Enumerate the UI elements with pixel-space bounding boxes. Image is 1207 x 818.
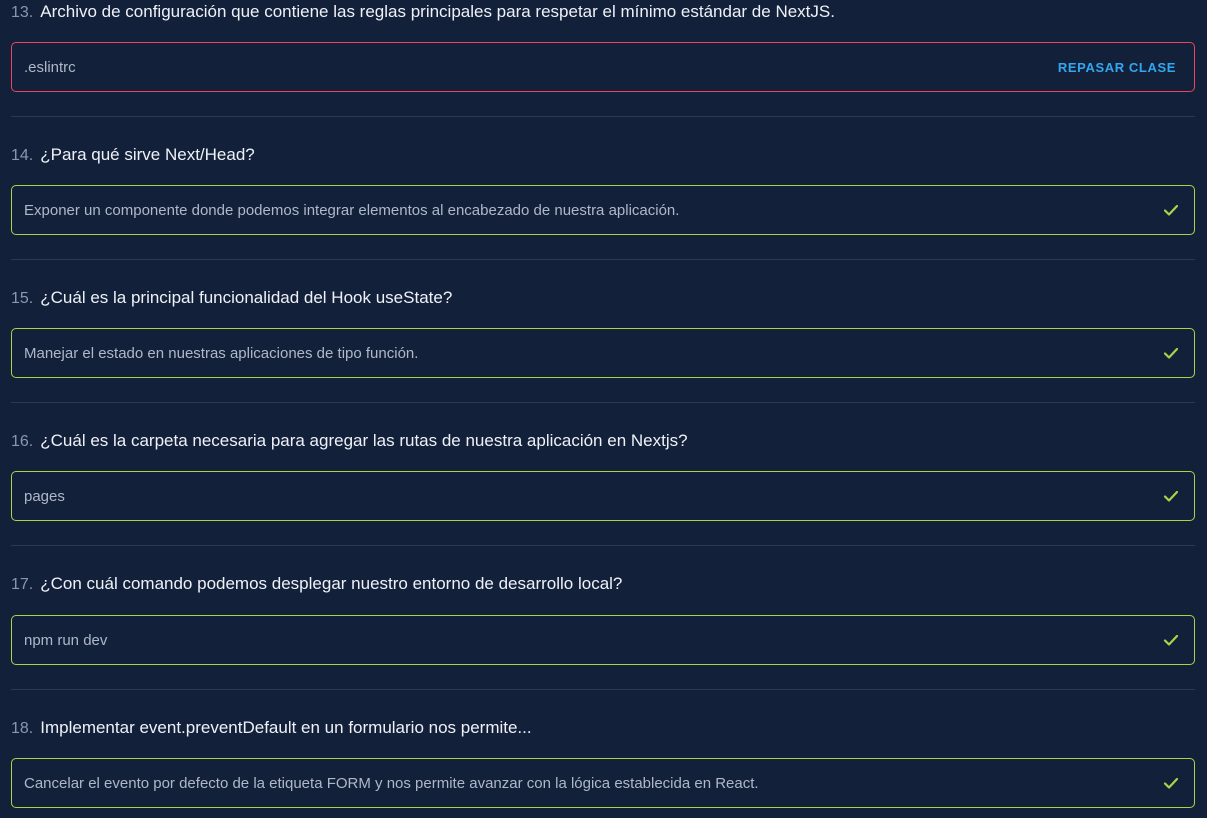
question-text: ¿Con cuál comando podemos desplegar nues…	[40, 574, 623, 593]
answer-text: .eslintrc	[24, 58, 76, 76]
divider	[11, 545, 1195, 546]
question-title: 18. Implementar event.preventDefault en u…	[11, 716, 532, 740]
question-title: 17. ¿Con cuál comando podemos desplegar n…	[11, 572, 622, 596]
question-text: ¿Cuál es la carpeta necesaria para agreg…	[40, 431, 688, 450]
question-number: 17.	[11, 576, 34, 593]
question-number: 18.	[11, 720, 34, 737]
quiz-results: 13. Archivo de configuración que contiene…	[0, 0, 1207, 818]
answer-text: pages	[24, 487, 65, 505]
question-text: ¿Cuál es la principal funcionalidad del …	[40, 288, 453, 307]
question-text: Archivo de configuración que contiene la…	[40, 2, 835, 21]
answer-box-correct[interactable]: Exponer un componente donde podemos inte…	[11, 185, 1195, 235]
question-number: 15.	[11, 290, 34, 307]
check-icon	[1163, 204, 1179, 216]
question-number: 16.	[11, 433, 34, 450]
answer-text: npm run dev	[24, 631, 108, 649]
divider	[11, 259, 1195, 260]
question-number: 13.	[11, 4, 34, 21]
question-title: 15. ¿Cuál es la principal funcionalidad d…	[11, 286, 452, 310]
divider	[11, 689, 1195, 690]
answer-box-correct[interactable]: Manejar el estado en nuestras aplicacion…	[11, 328, 1195, 378]
question-title: 13. Archivo de configuración que contiene…	[11, 0, 835, 24]
question-title: 16. ¿Cuál es la carpeta necesaria para ag…	[11, 429, 688, 453]
answer-text: Cancelar el evento por defecto de la eti…	[24, 774, 759, 792]
question-text: ¿Para qué sirve Next/Head?	[40, 145, 255, 164]
answer-box-correct[interactable]: Cancelar el evento por defecto de la eti…	[11, 758, 1195, 808]
question-number: 14.	[11, 147, 34, 164]
answer-box-correct[interactable]: pages	[11, 471, 1195, 521]
answer-box-correct[interactable]: npm run dev	[11, 615, 1195, 665]
check-icon	[1163, 347, 1179, 359]
question-text: Implementar event.preventDefault en un f…	[40, 718, 532, 737]
check-icon	[1163, 490, 1179, 502]
question-title: 14. ¿Para qué sirve Next/Head?	[11, 143, 255, 167]
answer-box-incorrect[interactable]: .eslintrc REPASAR CLASE	[11, 42, 1195, 92]
answer-text: Manejar el estado en nuestras aplicacion…	[24, 344, 419, 362]
divider	[11, 402, 1195, 403]
divider	[11, 116, 1195, 117]
check-icon	[1163, 634, 1179, 646]
answer-text: Exponer un componente donde podemos inte…	[24, 201, 680, 219]
review-class-button[interactable]: REPASAR CLASE	[1054, 56, 1180, 79]
check-icon	[1163, 777, 1179, 789]
